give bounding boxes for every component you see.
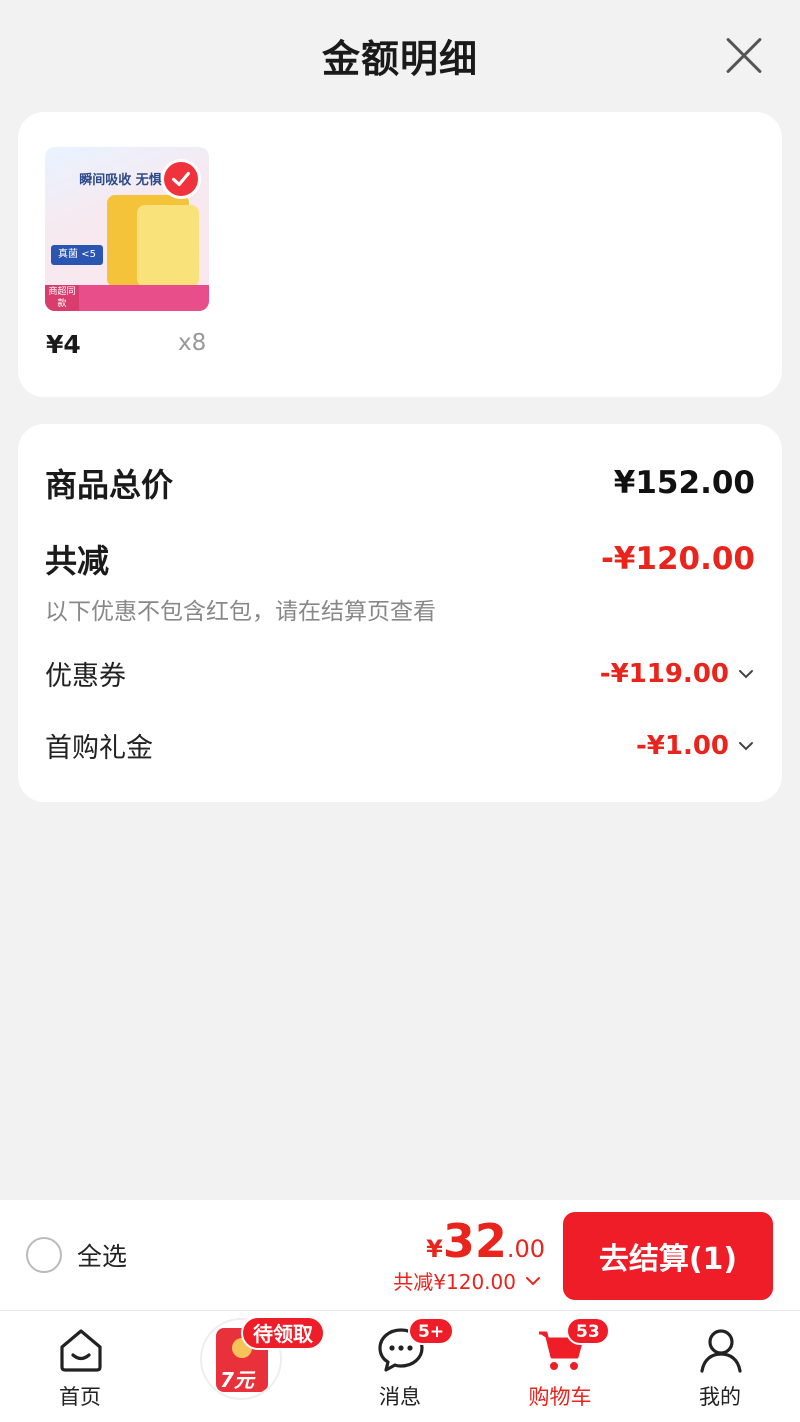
first-purchase-label: 首购礼金 — [45, 733, 153, 764]
chevron-down-icon[interactable] — [737, 740, 755, 752]
cart-badge: 53 — [566, 1317, 610, 1345]
product-quantity: x8 — [178, 330, 207, 356]
checkout-bar: 全选 ¥32.00 共减¥120.00 去结算(1) — [0, 1200, 800, 1310]
coupon-row[interactable]: 优惠券 -¥119.00 — [45, 654, 755, 693]
total-saved[interactable]: 共减¥120.00 — [393, 1266, 542, 1295]
first-purchase-value: -¥1.00 — [635, 730, 729, 761]
tab-home-label: 首页 — [59, 1385, 101, 1409]
home-icon — [60, 1329, 102, 1372]
tab-cart-label: 购物车 — [528, 1385, 592, 1409]
chevron-down-icon[interactable] — [737, 668, 755, 680]
price-summary-card: 商品总价 ¥152.00 共减 -¥120.00 以下优惠不包含红包，请在结算页… — [18, 424, 782, 802]
total-price-decimal: .00 — [506, 1235, 545, 1263]
subtotal-row: 商品总价 ¥152.00 — [45, 460, 755, 506]
first-purchase-row[interactable]: 首购礼金 -¥1.00 — [45, 726, 755, 765]
product-image-pack-secondary — [137, 205, 199, 287]
checkout-button[interactable]: 去结算(1) — [563, 1212, 773, 1300]
tab-home[interactable]: 首页 — [20, 1311, 140, 1422]
coupon-label: 优惠券 — [45, 661, 126, 692]
product-image-badge: 商超同款 — [45, 285, 79, 311]
total-discount-row: 共减 -¥120.00 — [45, 536, 755, 582]
promo-amount: 7元 — [220, 1368, 254, 1392]
subtotal-value: ¥152.00 — [613, 465, 755, 501]
tab-cart[interactable]: 购物车 53 — [500, 1311, 620, 1422]
total-price-integer: 32 — [442, 1214, 507, 1268]
close-icon[interactable] — [724, 36, 764, 76]
product-image-tag: 真菌 <5 — [51, 245, 103, 265]
modal-header: 金额明细 — [0, 0, 800, 110]
coupon-value: -¥119.00 — [599, 658, 729, 689]
tab-messages-label: 消息 — [379, 1385, 421, 1409]
profile-icon — [700, 1329, 742, 1373]
chevron-down-icon[interactable] — [524, 1275, 542, 1287]
messages-badge: 5+ — [408, 1317, 455, 1345]
modal-title: 金额明细 — [321, 36, 478, 81]
discount-note: 以下优惠不包含红包，请在结算页查看 — [45, 599, 436, 625]
tab-messages[interactable]: 消息 5+ — [340, 1311, 460, 1422]
select-all-label: 全选 — [77, 1242, 128, 1271]
product-price: ¥4 — [46, 330, 81, 359]
tab-profile[interactable]: 我的 — [660, 1311, 780, 1422]
tab-profile-label: 我的 — [699, 1385, 741, 1409]
total-discount-label: 共减 — [45, 542, 110, 580]
select-all-radio[interactable] — [26, 1237, 62, 1273]
bottom-tab-bar: 首页 消息 5+ 购物车 53 我的 — [0, 1310, 800, 1422]
total-price-symbol: ¥ — [426, 1235, 443, 1263]
total-price: ¥32.00 — [426, 1214, 545, 1268]
promo-pending-badge[interactable]: 待领取 — [241, 1316, 325, 1350]
total-discount-value: -¥120.00 — [600, 541, 755, 577]
select-all-toggle[interactable]: 全选 — [26, 1237, 127, 1273]
total-saved-text: 共减¥120.00 — [393, 1270, 516, 1294]
product-card: 瞬间吸收 无惧潮 真菌 <5 商超同款 ¥4 x8 — [18, 112, 782, 397]
subtotal-label: 商品总价 — [45, 466, 174, 504]
selected-check-icon[interactable] — [161, 159, 201, 199]
